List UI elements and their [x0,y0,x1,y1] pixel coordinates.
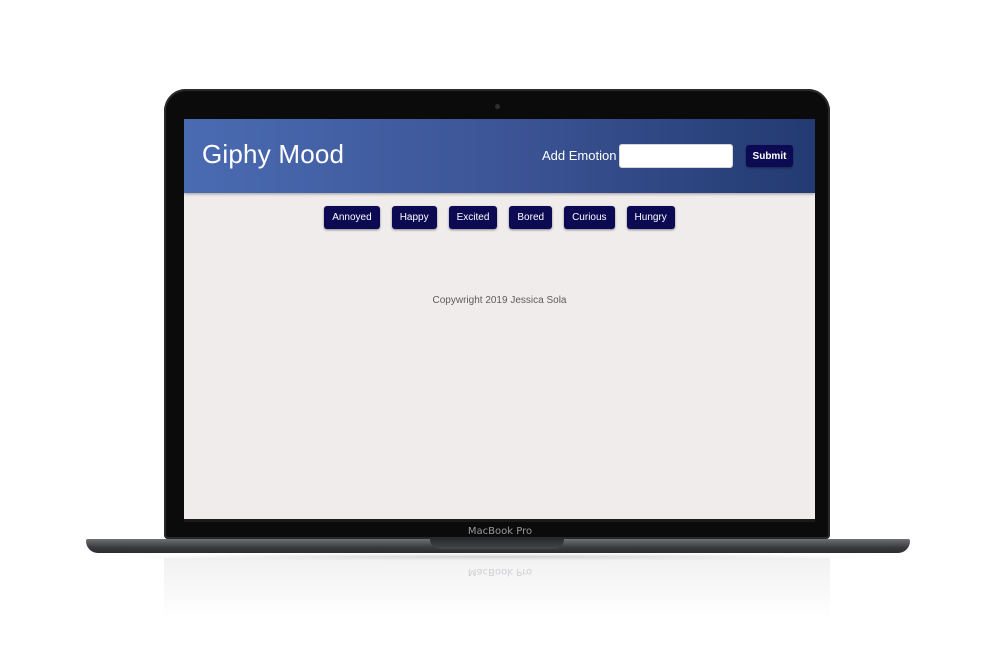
add-emotion-label: Add Emotion [542,148,617,163]
emotion-button-row: Annoyed Happy Excited Bored Curious Hung… [184,206,815,229]
emotion-button-bored[interactable]: Bored [509,206,553,229]
emotion-button-happy[interactable]: Happy [391,206,437,229]
emotion-button-curious[interactable]: Curious [564,206,615,229]
footer-copyright: Copywright 2019 Jessica Sola [432,295,567,306]
screen-bottom-edge [184,519,815,522]
app-title: Giphy Mood [202,139,345,169]
laptop-notch [430,539,564,549]
emotion-button-hungry[interactable]: Hungry [626,206,675,229]
laptop-screen: Giphy Mood Add Emotion Submit Annoyed Ha… [184,119,815,519]
emotion-button-excited[interactable]: Excited [448,206,498,229]
app-header: Giphy Mood Add Emotion Submit [184,119,815,193]
device-label-reflection: MacBook Pro [467,566,533,577]
emotion-button-annoyed[interactable]: Annoyed [324,206,380,229]
add-emotion-input[interactable] [619,144,733,168]
camera-icon [495,104,500,109]
submit-button[interactable]: Submit [746,145,793,167]
device-label: MacBook Pro [467,526,533,537]
